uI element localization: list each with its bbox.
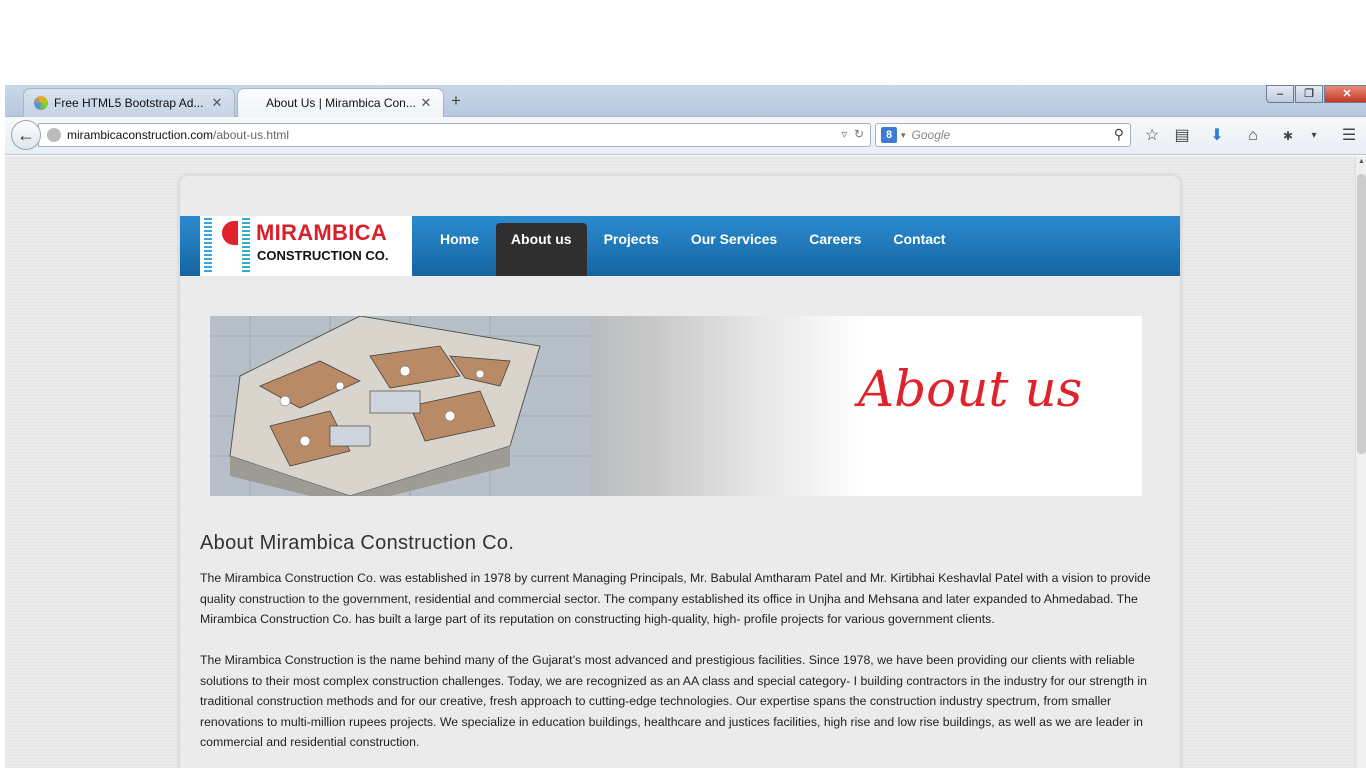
tab-title: Free HTML5 Bootstrap Ad... xyxy=(54,96,204,110)
banner-title: About us xyxy=(858,360,1083,418)
blank-top-area xyxy=(0,0,1366,85)
page-viewport: MIRAMBICA CONSTRUCTION CO. Home About us… xyxy=(5,156,1355,768)
nav-contact[interactable]: Contact xyxy=(878,216,960,276)
site-header: MIRAMBICA CONSTRUCTION CO. Home About us… xyxy=(180,216,1180,276)
new-tab-icon[interactable]: + xyxy=(451,91,461,111)
main-navigation: Home About us Projects Our Services Care… xyxy=(425,216,962,276)
tab-bootstrap[interactable]: Free HTML5 Bootstrap Ad... ✕ xyxy=(23,88,235,117)
browser-tab-bar: Free HTML5 Bootstrap Ad... ✕ About Us | … xyxy=(5,85,1366,117)
nav-home[interactable]: Home xyxy=(425,216,494,276)
logo-stripes xyxy=(242,218,250,272)
about-paragraph-1: The Mirambica Construction Co. was estab… xyxy=(200,571,1151,627)
url-path: /about-us.html xyxy=(213,128,290,142)
maximize-button[interactable]: ❐ xyxy=(1295,85,1323,103)
tab-title: About Us | Mirambica Con... xyxy=(266,96,416,110)
logo-mark xyxy=(222,221,238,245)
addon-icon[interactable]: ✱ xyxy=(1277,125,1299,147)
nav-projects[interactable]: Projects xyxy=(589,216,674,276)
reading-list-icon[interactable]: ▤ xyxy=(1171,125,1193,147)
search-bar[interactable]: 8 ▾ Google ⚲ xyxy=(875,123,1131,147)
about-paragraph-2: The Mirambica Construction is the name b… xyxy=(200,653,1147,750)
scrollbar-thumb[interactable] xyxy=(1357,174,1366,454)
back-button[interactable]: ← xyxy=(11,120,41,150)
logo-name: MIRAMBICA xyxy=(256,220,388,245)
url-bar[interactable]: mirambicaconstruction.com/about-us.html … xyxy=(38,123,871,147)
search-icon[interactable]: ⚲ xyxy=(1114,126,1124,143)
logo-subtitle: CONSTRUCTION CO. xyxy=(257,248,389,263)
url-host: mirambicaconstruction.com xyxy=(67,128,214,142)
building-illustration xyxy=(210,316,590,496)
page-container: MIRAMBICA CONSTRUCTION CO. Home About us… xyxy=(180,176,1180,768)
download-icon[interactable]: ⬇ xyxy=(1206,125,1228,147)
chevron-down-icon[interactable]: ▾ xyxy=(901,130,906,141)
globe-icon xyxy=(47,128,61,142)
about-banner: About us xyxy=(210,316,1142,496)
close-icon[interactable]: ✕ xyxy=(210,95,224,111)
home-icon[interactable]: ⌂ xyxy=(1242,125,1264,147)
menu-icon[interactable]: ☰ xyxy=(1338,125,1360,147)
scroll-up-icon[interactable]: ▲ xyxy=(1358,158,1365,165)
spinner-icon xyxy=(34,96,48,110)
site-logo[interactable]: MIRAMBICA CONSTRUCTION CO. xyxy=(200,216,412,276)
tab-about-us[interactable]: About Us | Mirambica Con... ✕ xyxy=(237,88,444,117)
reload-icon[interactable]: ▿ ↻ xyxy=(841,127,864,141)
nav-careers[interactable]: Careers xyxy=(794,216,876,276)
back-arrow-icon: ← xyxy=(17,124,35,145)
page-scrollbar[interactable]: ▲ xyxy=(1355,156,1366,768)
bookmark-star-icon[interactable]: ☆ xyxy=(1141,125,1163,147)
window-close-button[interactable]: ✕ xyxy=(1324,85,1366,103)
nav-about-us[interactable]: About us xyxy=(495,223,587,276)
search-placeholder: Google xyxy=(911,128,951,142)
close-icon[interactable]: ✕ xyxy=(419,95,433,111)
browser-navigation-bar: mirambicaconstruction.com/about-us.html … xyxy=(5,117,1366,155)
google-icon[interactable]: 8 xyxy=(881,127,897,143)
nav-our-services[interactable]: Our Services xyxy=(676,216,792,276)
chevron-down-icon[interactable]: ▾ xyxy=(1303,125,1325,147)
page-heading: About Mirambica Construction Co. xyxy=(200,532,515,554)
logo-stripes xyxy=(204,218,212,272)
minimize-button[interactable]: ‒ xyxy=(1266,85,1294,103)
